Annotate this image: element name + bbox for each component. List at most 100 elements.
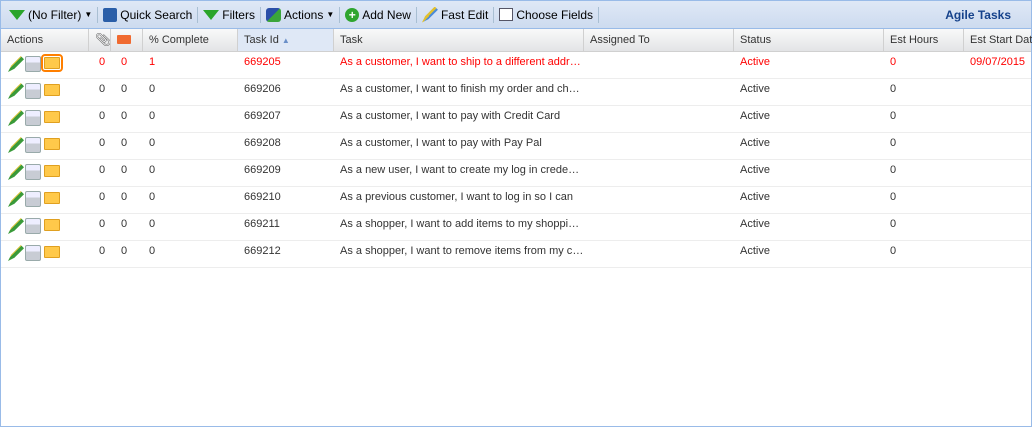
- table-row[interactable]: 0 0 0 669211 As a shopper, I want to add ite…: [1, 214, 1031, 241]
- cell-task[interactable]: As a shopper, I want to add items to my …: [334, 214, 584, 240]
- actions-label: Actions: [283, 7, 324, 22]
- cell-id: 669210: [244, 191, 281, 203]
- cell-start: [964, 214, 1032, 240]
- cell-com: 0: [121, 110, 128, 122]
- cell-id: 669206: [244, 83, 281, 95]
- edit-icon[interactable]: [8, 83, 24, 99]
- cell-id: 669211: [244, 218, 280, 230]
- email-icon[interactable]: [41, 54, 63, 72]
- col-task[interactable]: Task: [334, 29, 584, 51]
- col-est-hours[interactable]: Est Hours: [884, 29, 964, 51]
- edit-icon[interactable]: [8, 164, 24, 180]
- print-icon[interactable]: [25, 110, 41, 126]
- cell-start: [964, 133, 1032, 159]
- print-icon[interactable]: [25, 83, 41, 99]
- cell-pct: 0: [149, 137, 156, 149]
- col-status[interactable]: Status: [734, 29, 884, 51]
- col-task-id[interactable]: Task Id ▲: [238, 29, 334, 51]
- cell-task[interactable]: As a new user, I want to create my log i…: [334, 160, 584, 186]
- edit-icon[interactable]: [8, 137, 24, 153]
- cell-task[interactable]: As a customer, I want to ship to a diffe…: [334, 52, 584, 78]
- edit-icon[interactable]: [8, 245, 24, 261]
- cell-id: 669212: [244, 245, 281, 257]
- cell-pct: 1: [149, 56, 156, 68]
- choose-fields-button[interactable]: Choose Fields: [495, 8, 597, 22]
- actions-icon: [265, 7, 281, 22]
- checklist-icon: [499, 8, 514, 21]
- col-comments[interactable]: [111, 29, 143, 51]
- cell-assigned: [584, 214, 734, 240]
- print-icon[interactable]: [25, 218, 41, 234]
- cell-task[interactable]: As a customer, I want to pay with Pay Pa…: [334, 133, 584, 159]
- email-icon[interactable]: [44, 165, 60, 177]
- edit-icon[interactable]: [8, 56, 24, 72]
- cell-id: 669207: [244, 110, 281, 122]
- table-row[interactable]: 0 0 1 669205 As a customer, I want to ship t…: [1, 52, 1031, 79]
- table-row[interactable]: 0 0 0 669207 As a customer, I want to pay wi…: [1, 106, 1031, 133]
- print-icon[interactable]: [25, 137, 41, 153]
- cell-task[interactable]: As a customer, I want to finish my order…: [334, 79, 584, 105]
- cell-com: 0: [121, 191, 128, 203]
- col-assigned-to[interactable]: Assigned To: [584, 29, 734, 51]
- table-row[interactable]: 0 0 0 669208 As a customer, I want to pay wi…: [1, 133, 1031, 160]
- add-new-button[interactable]: + Add New: [341, 7, 415, 22]
- cell-att: 0: [99, 164, 106, 176]
- cell-pct: 0: [149, 245, 156, 257]
- choose-fields-label: Choose Fields: [516, 7, 594, 22]
- fast-edit-label: Fast Edit: [440, 7, 489, 22]
- cell-hours: 0: [890, 245, 897, 257]
- cell-status: Active: [740, 218, 770, 230]
- column-header-row: Actions 📎︎ % Complete Task Id ▲ Task Ass…: [1, 29, 1032, 52]
- filters-button[interactable]: Filters: [199, 8, 259, 22]
- cell-task[interactable]: As a customer, I want to pay with Credit…: [334, 106, 584, 132]
- col-actions[interactable]: Actions: [1, 29, 89, 51]
- quick-search-button[interactable]: Quick Search: [99, 7, 196, 22]
- email-icon[interactable]: [44, 219, 60, 231]
- cell-task[interactable]: As a shopper, I want to remove items fro…: [334, 241, 584, 267]
- edit-icon[interactable]: [8, 218, 24, 234]
- edit-icon[interactable]: [8, 191, 24, 207]
- cell-pct: 0: [149, 83, 156, 95]
- cell-att: 0: [99, 110, 106, 122]
- col-percent-complete[interactable]: % Complete: [143, 29, 238, 51]
- cell-start: [964, 187, 1032, 213]
- cell-hours: 0: [890, 164, 897, 176]
- table-row[interactable]: 0 0 0 669212 As a shopper, I want to remove …: [1, 241, 1031, 268]
- cell-status: Active: [740, 110, 770, 122]
- cell-assigned: [584, 52, 734, 78]
- cell-pct: 0: [149, 164, 156, 176]
- agile-tasks-grid: (No Filter) ▼ Quick Search Filters Action…: [0, 0, 1032, 427]
- table-row[interactable]: 0 0 0 669209 As a new user, I want to create…: [1, 160, 1031, 187]
- cell-task[interactable]: As a previous customer, I want to log in…: [334, 187, 584, 213]
- print-icon[interactable]: [25, 164, 41, 180]
- cell-com: 0: [121, 218, 128, 230]
- edit-icon[interactable]: [8, 110, 24, 126]
- email-icon[interactable]: [44, 84, 60, 96]
- cell-status: Active: [740, 56, 770, 68]
- col-est-start-date[interactable]: Est Start Date: [964, 29, 1032, 51]
- add-new-label: Add New: [362, 7, 411, 22]
- email-icon[interactable]: [44, 138, 60, 150]
- email-icon[interactable]: [44, 246, 60, 258]
- cell-att: 0: [99, 83, 106, 95]
- email-icon[interactable]: [44, 111, 60, 123]
- sort-asc-icon: ▲: [281, 36, 290, 45]
- print-icon[interactable]: [25, 191, 41, 207]
- print-icon[interactable]: [25, 56, 41, 72]
- cell-status: Active: [740, 83, 770, 95]
- comment-icon: [117, 35, 131, 44]
- col-attachments[interactable]: 📎︎: [89, 29, 111, 51]
- cell-status: Active: [740, 245, 770, 257]
- cell-att: 0: [99, 245, 106, 257]
- print-icon[interactable]: [25, 245, 41, 261]
- table-row[interactable]: 0 0 0 669210 As a previous customer, I want …: [1, 187, 1031, 214]
- filter-dropdown[interactable]: (No Filter) ▼: [5, 8, 96, 22]
- email-icon[interactable]: [44, 192, 60, 204]
- paperclip-icon: 📎︎: [95, 32, 111, 47]
- filter-label: (No Filter): [28, 7, 82, 22]
- fast-edit-button[interactable]: Fast Edit: [418, 6, 492, 23]
- cell-com: 0: [121, 137, 128, 149]
- cell-status: Active: [740, 137, 770, 149]
- actions-dropdown[interactable]: Actions ▼: [262, 7, 338, 22]
- table-row[interactable]: 0 0 0 669206 As a customer, I want to finish…: [1, 79, 1031, 106]
